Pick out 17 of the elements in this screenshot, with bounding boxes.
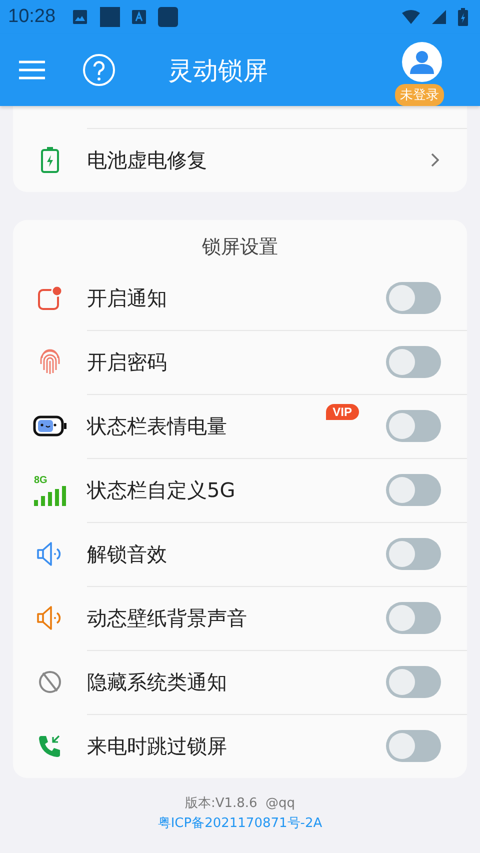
setting-label: 状态栏表情电量 xyxy=(87,412,228,440)
section-title: 锁屏设置 xyxy=(201,235,279,260)
item-label: 电池虚电修复 xyxy=(87,146,208,174)
app-title: 灵动锁屏 xyxy=(168,54,269,86)
login-status-badge: 未登录 xyxy=(395,84,444,106)
clock: 10:28 xyxy=(8,6,56,28)
setting-label: 状态栏自定义5G xyxy=(87,476,236,504)
setting-label: 开启密码 xyxy=(87,348,168,376)
list-item[interactable]: 电池虚电修复 xyxy=(13,128,467,192)
setting-label: 隐藏系统类通知 xyxy=(87,668,228,696)
setting-label: 动态壁纸背景声音 xyxy=(87,604,248,632)
setting-label: 来电时跳过锁屏 xyxy=(87,732,228,760)
setting-label: 解锁音效 xyxy=(87,540,168,568)
vip-badge: VIP xyxy=(326,404,359,420)
icon-label: 8G xyxy=(34,474,48,486)
version-text: 版本:V1.8.6 @qq xyxy=(184,795,296,812)
setting-label: 开启通知 xyxy=(87,284,168,312)
